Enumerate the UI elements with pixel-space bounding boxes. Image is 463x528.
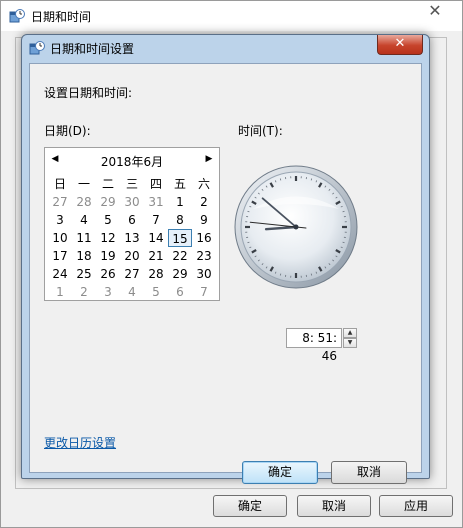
calendar-day[interactable]: 29 [96,193,120,211]
calendar-day[interactable]: 5 [144,283,168,301]
weekday-label: 二 [101,177,114,191]
calendar-day[interactable]: 13 [120,229,144,247]
calendar-day[interactable]: 28 [72,193,96,211]
window-titlebar: 日期和时间 ✕ [1,1,462,31]
calendar-day[interactable]: 26 [96,265,120,283]
instruction-text: 设置日期和时间: [44,86,133,100]
window-apply-button[interactable]: 应用 [379,495,453,517]
dialog-titlebar[interactable]: 日期和时间设置 ✕ [22,35,429,63]
weekday-label: 四 [149,177,162,191]
calendar-day[interactable]: 5 [96,211,120,229]
calendar-day[interactable]: 28 [144,265,168,283]
weekday-label: 六 [197,177,210,191]
time-up-button[interactable]: ▲ [343,328,357,338]
window-close-button[interactable]: ✕ [420,3,450,21]
calendar-day[interactable]: 31 [144,193,168,211]
dialog-close-button[interactable]: ✕ [377,35,423,55]
calendar-day[interactable]: 7 [144,211,168,229]
calendar-week-row: 3456789 [48,211,216,229]
calendar-day[interactable]: 27 [120,265,144,283]
weekday-label: 三 [125,177,138,191]
date-time-settings-dialog: 日期和时间设置 ✕ 设置日期和时间: 日期(D): 时间(T): ◀ 2018年… [21,34,430,484]
dialog-client-area: 设置日期和时间: 日期(D): 时间(T): ◀ 2018年6月 ▶ 日一二三四… [29,63,422,484]
calendar-day[interactable]: 4 [120,283,144,301]
calendar-week-row: 1234567 [48,283,216,301]
calendar-day[interactable]: 30 [192,265,216,283]
dialog-title: 日期和时间设置 [50,42,135,56]
weekday-header: 日一二三四五六 [48,175,216,193]
calendar-day[interactable]: 1 [48,283,72,301]
calendar-day[interactable]: 7 [192,283,216,301]
calendar-day[interactable]: 6 [168,283,192,301]
date-time-app-icon [9,9,25,23]
time-field[interactable]: 8: 51: 46 [286,328,342,363]
calendar-week-row: 10 11 12 13 14 15 16 [48,229,216,247]
weekday-label: 日 [53,177,66,191]
calendar-day[interactable]: 16 [192,229,216,247]
clock-center-pin [293,224,299,230]
calendar-day[interactable]: 27 [48,193,72,211]
time-spinner: ▲ ▼ [343,328,357,348]
weekday-label: 一 [77,177,90,191]
calendar-day[interactable]: 21 [144,247,168,265]
weekday-label: 五 [173,177,186,191]
calendar-day[interactable]: 22 [168,247,192,265]
calendar-day[interactable]: 15 [168,229,192,247]
calendar-month-title[interactable]: 2018年6月 [45,153,219,170]
ok-button[interactable]: 确定 [242,461,318,484]
calendar-day[interactable]: 19 [96,247,120,265]
calendar-day[interactable]: 1 [168,193,192,211]
calendar-day[interactable]: 9 [192,211,216,229]
calendar-day[interactable]: 30 [120,193,144,211]
window-title: 日期和时间 [31,10,92,24]
calendar-day[interactable]: 11 [72,229,96,247]
calendar-day[interactable]: 3 [96,283,120,301]
cancel-button[interactable]: 取消 [331,461,407,484]
calendar-week-row: 17 18 19 20 21 22 23 [48,247,216,265]
calendar-day[interactable]: 18 [72,247,96,265]
calendar-day[interactable]: 6 [120,211,144,229]
month-calendar: ◀ 2018年6月 ▶ 日一二三四五六 27 28 29 30 31 1 2 3 4 5 6 7 8 9 10… [44,147,220,301]
change-calendar-settings-link[interactable]: 更改日历设置 [44,434,116,451]
calendar-day[interactable]: 25 [72,265,96,283]
time-label: 时间(T): [238,124,283,138]
date-label: 日期(D): [44,124,91,138]
calendar-day[interactable]: 4 [72,211,96,229]
calendar-day[interactable]: 17 [48,247,72,265]
calendar-day[interactable]: 14 [144,229,168,247]
calendar-day[interactable]: 2 [72,283,96,301]
calendar-day[interactable]: 20 [120,247,144,265]
date-time-app-icon [29,41,45,55]
calendar-week-row: 24 25 26 27 28 29 30 [48,265,216,283]
calendar-day[interactable]: 8 [168,211,192,229]
analog-clock [233,164,359,290]
window-ok-button[interactable]: 确定 [213,495,287,517]
calendar-day[interactable]: 10 [48,229,72,247]
clock-face [234,165,358,289]
calendar-day[interactable]: 3 [48,211,72,229]
window-cancel-button[interactable]: 取消 [297,495,371,517]
calendar-day[interactable]: 12 [96,229,120,247]
next-month-button[interactable]: ▶ [203,154,215,164]
calendar-day[interactable]: 24 [48,265,72,283]
time-down-button[interactable]: ▼ [343,338,357,348]
calendar-day[interactable]: 23 [192,247,216,265]
calendar-day[interactable]: 2 [192,193,216,211]
calendar-day-grid: 日一二三四五六 27 28 29 30 31 1 2 3 4 5 6 7 8 9 10 11 12 13 14 15 16… [48,175,216,301]
calendar-day[interactable]: 29 [168,265,192,283]
calendar-week-row: 27 28 29 30 31 1 2 [48,193,216,211]
